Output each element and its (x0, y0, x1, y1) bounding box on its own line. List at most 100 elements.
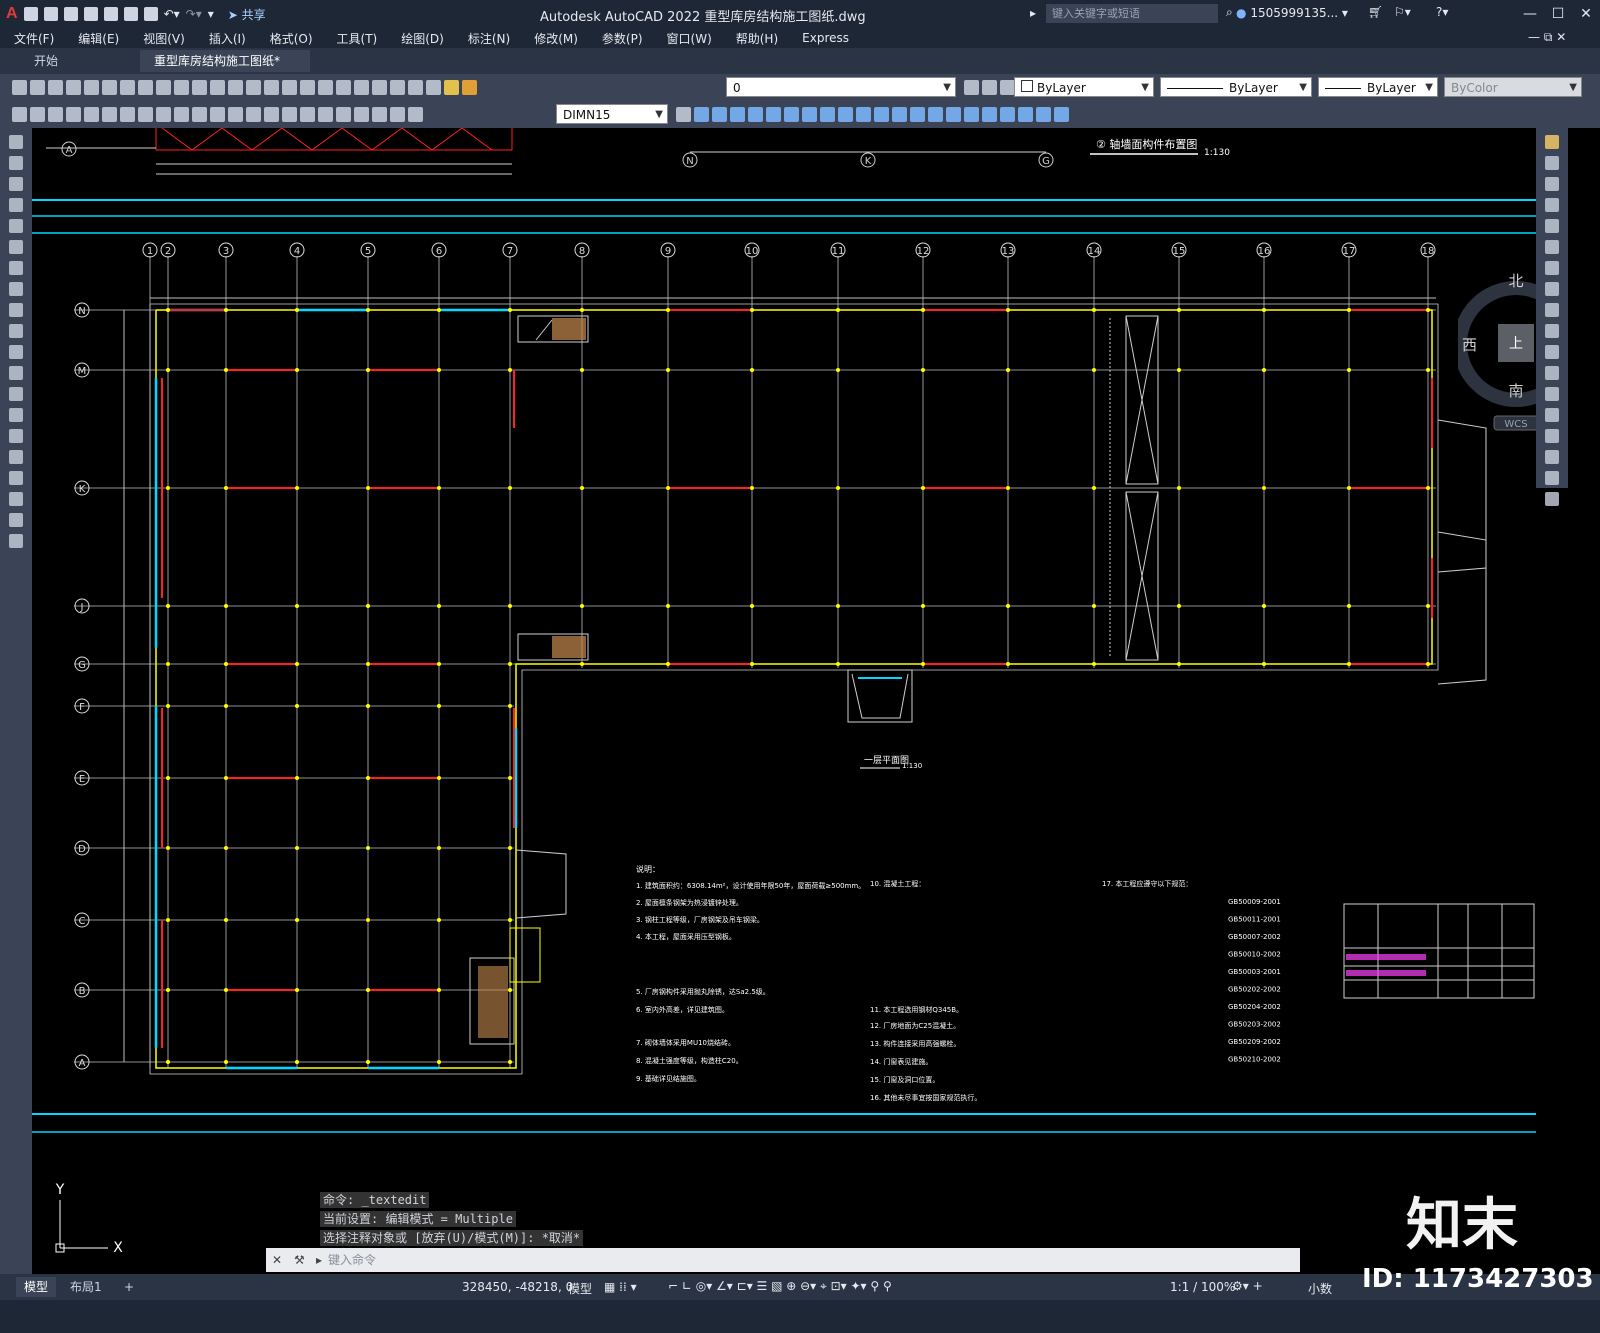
pan-icon[interactable] (228, 80, 243, 95)
circle-icon[interactable] (9, 261, 23, 275)
dim-space-icon[interactable] (264, 107, 279, 122)
offset-icon[interactable] (1545, 198, 1559, 212)
calculator-icon[interactable] (390, 80, 405, 95)
undo-icon[interactable]: ↶▾ (164, 7, 180, 21)
stretch-icon[interactable] (838, 107, 853, 122)
user-account[interactable]: ● 1505999135... ▾ (1236, 6, 1348, 20)
continue-dim-icon[interactable] (246, 107, 261, 122)
construction-line-icon[interactable] (9, 156, 23, 170)
menu-help[interactable]: 帮助(H) (722, 30, 788, 47)
viewcube[interactable]: 上 北 南 西 东 WCS (1453, 266, 1536, 436)
units-dropdown[interactable]: 小数 (1308, 1280, 1332, 1297)
maximize-button[interactable]: ☐ (1548, 4, 1568, 24)
break-icon[interactable] (892, 107, 907, 122)
add-layout-icon[interactable]: + (116, 1277, 142, 1297)
close-button[interactable]: ✕ (1576, 4, 1596, 24)
recent-commands-icon[interactable]: ▸ (316, 1248, 322, 1272)
command-input[interactable]: ✕ ⚒ ▸ 键入命令 (266, 1248, 1300, 1272)
erase-icon[interactable] (694, 107, 709, 122)
point-icon[interactable] (9, 408, 23, 422)
matchprop-icon[interactable] (174, 80, 189, 95)
blend-icon[interactable] (1545, 471, 1559, 485)
extend-icon[interactable] (1545, 345, 1559, 359)
menu-express[interactable]: Express (788, 31, 859, 45)
save-icon[interactable] (63, 7, 78, 21)
drawing-canvas[interactable]: A N K G ② 轴墙面构件布置图 1:130 1 2 3 4 5 6 7 8 9 10 11 12… (32, 128, 1536, 1274)
zoom-window-icon[interactable] (264, 80, 279, 95)
block-icon[interactable] (12, 107, 27, 122)
color-dropdown[interactable]: ByLayer ▼ (1014, 77, 1154, 97)
mirror-icon[interactable] (730, 107, 745, 122)
trim-icon[interactable] (856, 107, 871, 122)
layer-previous-icon[interactable] (982, 80, 997, 95)
inspection-icon[interactable] (336, 107, 351, 122)
group-icon[interactable] (982, 107, 997, 122)
preview-icon[interactable] (84, 80, 99, 95)
array-icon[interactable] (766, 107, 781, 122)
menu-dimension[interactable]: 标注(N) (454, 30, 520, 47)
layer-manager-icon[interactable] (426, 80, 441, 95)
erase-icon[interactable] (1545, 135, 1559, 149)
radius-dim-icon[interactable] (138, 107, 153, 122)
fillet-icon[interactable] (946, 107, 961, 122)
scale-icon[interactable] (1545, 282, 1559, 296)
menu-tools[interactable]: 工具(T) (323, 30, 388, 47)
aligned-dim-icon[interactable] (84, 107, 99, 122)
draworder-back-icon[interactable] (1036, 107, 1051, 122)
menu-file[interactable]: 文件(F) (0, 30, 64, 47)
new-icon[interactable] (23, 7, 38, 21)
move-icon[interactable] (784, 107, 799, 122)
quick-dim-icon[interactable] (210, 107, 225, 122)
saveas-icon[interactable] (83, 7, 98, 21)
dim-update-icon[interactable] (408, 107, 423, 122)
make-current-icon[interactable] (964, 80, 979, 95)
open-icon[interactable] (30, 80, 45, 95)
break-point-icon[interactable] (1545, 366, 1559, 380)
linetype-dropdown[interactable]: ByLayer ▼ (1160, 77, 1312, 97)
chamfer-icon[interactable] (1545, 429, 1559, 443)
insert-block-icon[interactable] (9, 366, 23, 380)
tab-layout1[interactable]: 布局1 (62, 1277, 110, 1297)
hatch-icon[interactable] (9, 429, 23, 443)
stretch-icon[interactable] (1545, 303, 1559, 317)
angular-dim-icon[interactable] (192, 107, 207, 122)
zoom-previous-icon[interactable] (282, 80, 297, 95)
lineweight-dropdown[interactable]: ByLayer ▼ (1318, 77, 1438, 97)
layer-icon[interactable] (48, 107, 63, 122)
text-front-icon[interactable] (1054, 107, 1069, 122)
search-icon[interactable]: ⌕ (1226, 5, 1233, 20)
help-icon[interactable]: ?▾ (1436, 5, 1448, 19)
make-block-icon[interactable] (9, 387, 23, 401)
redo-icon[interactable] (210, 80, 225, 95)
copy-icon[interactable] (138, 80, 153, 95)
menu-draw[interactable]: 绘图(D) (387, 30, 454, 47)
add-selected-icon[interactable] (9, 534, 23, 548)
linear-dim-icon[interactable] (66, 107, 81, 122)
toolpalettes-icon[interactable] (336, 80, 351, 95)
cart-icon[interactable]: 🛒︎ (1368, 5, 1383, 19)
autodesk-a360-icon[interactable]: ⚐▾ (1394, 5, 1411, 19)
snap-icons[interactable]: ⌐ ∟ ◎▾ ∠▾ ⊏▾ ☰ ▧ ⊕ ⊖▾ ⌖ ⊡▾ ✦▾ ⚲ ⚲ (668, 1279, 892, 1294)
save-icon[interactable] (48, 80, 63, 95)
revcloud-icon[interactable] (9, 282, 23, 296)
undo-icon[interactable] (192, 80, 207, 95)
cut-icon[interactable] (120, 80, 135, 95)
app-logo[interactable]: A (6, 5, 18, 23)
redo-icon[interactable]: ↷▾ (186, 7, 202, 21)
coordinates-readout[interactable]: 328450, -48218, 0 (462, 1280, 573, 1294)
properties-icon[interactable] (300, 80, 315, 95)
publish-icon[interactable] (102, 80, 117, 95)
offset-icon[interactable] (748, 107, 763, 122)
arc-dim-icon[interactable] (102, 107, 117, 122)
share-button[interactable]: ➤ 共享 (228, 6, 266, 23)
break-icon[interactable] (1545, 387, 1559, 401)
mirror-icon[interactable] (1545, 177, 1559, 191)
minimize-button[interactable]: — (1520, 4, 1540, 24)
ungroup-icon[interactable] (1000, 107, 1015, 122)
insert-icon[interactable] (30, 107, 45, 122)
spline-icon[interactable] (9, 303, 23, 317)
polygon-icon[interactable] (9, 198, 23, 212)
arc-icon[interactable] (9, 240, 23, 254)
sun-icon[interactable] (462, 80, 477, 95)
dimstyle-dropdown[interactable]: DIMN15 ▼ (556, 104, 668, 124)
